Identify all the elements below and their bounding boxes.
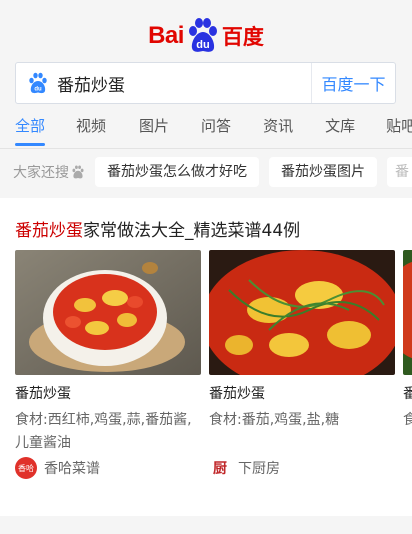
recipe-source[interactable]: 厨 下厨房 (209, 457, 280, 479)
tab-video[interactable]: 视频 (76, 104, 106, 148)
tab-news[interactable]: 资讯 (263, 104, 293, 148)
recipe-item[interactable]: 番茄炒蛋 食材:番茄,鸡蛋,盐,糖 厨 下厨房 (209, 250, 395, 477)
paw-search-icon: du (27, 72, 49, 94)
recipe-source[interactable]: 香哈 香哈菜谱 (15, 457, 100, 479)
recipe-result-card: 番茄炒蛋家常做法大全_精选菜谱44例 番茄炒蛋 食材:西红柿,鸡蛋,蒜,番茄酱,… (0, 198, 412, 516)
recipe-image (209, 250, 395, 375)
xiangha-logo-icon: 香哈 (15, 457, 37, 479)
search-bar: du 番茄炒蛋 百度一下 (15, 62, 396, 104)
paw-logo-icon: du (186, 18, 220, 54)
baidu-logo[interactable]: Bai du 百度 (148, 16, 264, 56)
bottom-spacer (0, 516, 412, 534)
source-name: 下厨房 (238, 461, 280, 477)
suggestion-chip[interactable]: 番 (387, 157, 412, 187)
title-highlight: 番茄炒蛋 (15, 221, 83, 241)
page: Bai du 百度 du 番茄炒蛋 百度一下 全部 视频 图片 问答 资讯 文库… (0, 0, 412, 534)
search-input[interactable]: 番茄炒蛋 (57, 71, 311, 96)
logo-text-du: du (196, 39, 209, 51)
suggestion-chip[interactable]: 番茄炒蛋图片 (269, 157, 377, 187)
recipe-ingredients: 食材:番茄,鸡蛋,盐,糖 (209, 412, 340, 428)
recipe-image (15, 250, 201, 375)
recipe-name: 番 (403, 386, 412, 402)
svg-text:du: du (34, 87, 42, 93)
recipe-image (403, 250, 412, 375)
recipe-item[interactable]: 番 食材 (403, 250, 412, 432)
tab-tieba[interactable]: 贴吧 (386, 104, 412, 148)
also-searched-label: 大家还搜 (13, 162, 85, 182)
also-searched-bar: 大家还搜 番茄炒蛋怎么做才好吃 番茄炒蛋图片 番 (0, 149, 412, 195)
header: Bai du 百度 (0, 0, 412, 62)
recipe-name: 番茄炒蛋 (209, 386, 265, 402)
search-button[interactable]: 百度一下 (311, 63, 395, 103)
paw-small-icon (72, 165, 84, 179)
recipe-name: 番茄炒蛋 (15, 386, 71, 402)
title-rest: 家常做法大全_精选菜谱44例 (83, 221, 301, 241)
logo-text-bai: Bai (148, 22, 184, 49)
suggestion-chip[interactable]: 番茄炒蛋怎么做才好吃 (95, 157, 259, 187)
xiachufang-logo-icon: 厨 (213, 461, 227, 477)
tab-images[interactable]: 图片 (139, 104, 169, 148)
logo-text-zh: 百度 (221, 26, 264, 49)
recipe-item[interactable]: 番茄炒蛋 食材:西红柿,鸡蛋,蒜,番茄酱,儿童酱油 香哈 香哈菜谱 (15, 250, 201, 479)
tab-library[interactable]: 文库 (325, 104, 355, 148)
tab-qa[interactable]: 问答 (201, 104, 231, 148)
result-title[interactable]: 番茄炒蛋家常做法大全_精选菜谱44例 (15, 216, 300, 241)
search-tabs: 全部 视频 图片 问答 资讯 文库 贴吧 (0, 104, 412, 148)
recipe-ingredients: 食材:西红柿,鸡蛋,蒜,番茄酱,儿童酱油 (15, 412, 192, 451)
source-name: 香哈菜谱 (44, 461, 100, 477)
tab-all[interactable]: 全部 (15, 104, 46, 148)
recipe-ingredients: 食材 (403, 412, 412, 428)
